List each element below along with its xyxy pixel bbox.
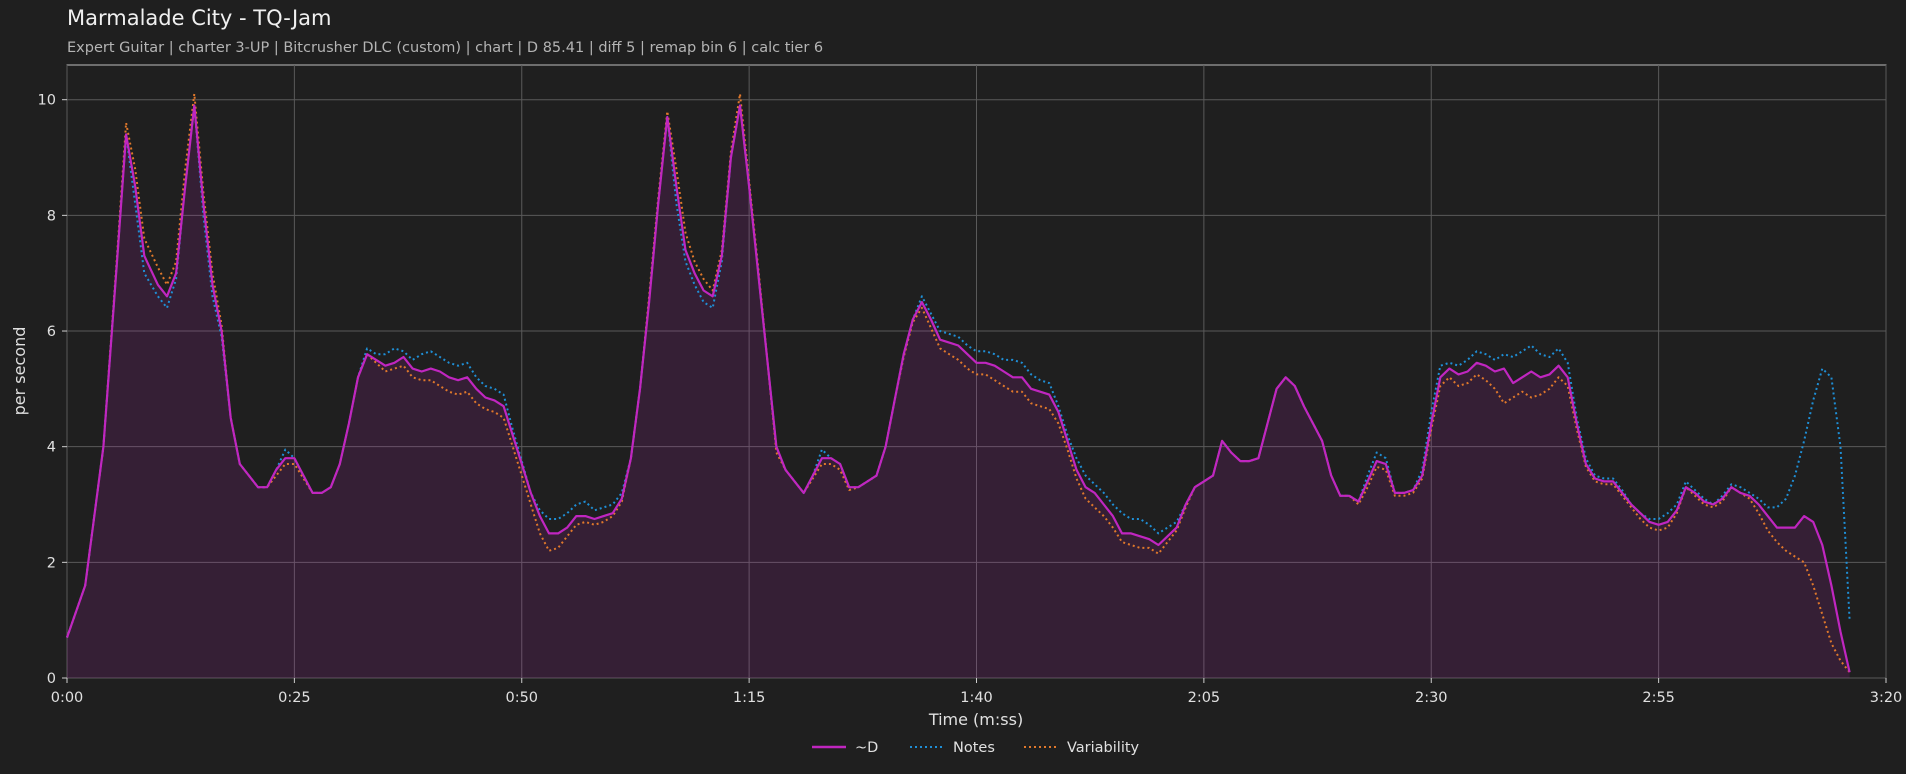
x-tick-label: 1:15 xyxy=(733,690,766,706)
y-tick-label: 0 xyxy=(47,671,56,687)
x-tick-label: 0:00 xyxy=(51,690,84,706)
y-tick-label: 8 xyxy=(47,208,56,224)
y-axis-label: per second xyxy=(10,327,29,416)
y-tick-label: 2 xyxy=(47,555,56,571)
x-tick-label: 0:50 xyxy=(505,690,538,706)
x-tick-label: 1:40 xyxy=(960,690,993,706)
x-axis-label: Time (m:ss) xyxy=(928,710,1023,729)
x-tick-label: 0:25 xyxy=(278,690,311,706)
legend-label: Notes xyxy=(953,740,995,756)
chart-svg: 0:00 0:25 0:50 1:15 1:40 2:05 2:30 2:55 3:20 0 2 4 6… xyxy=(10,64,1903,756)
x-tick-label: 3:20 xyxy=(1870,690,1903,706)
legend-label: Variability xyxy=(1067,740,1140,756)
y-tick-label: 6 xyxy=(47,324,56,340)
x-tick-label: 2:05 xyxy=(1188,690,1221,706)
legend-label: ~D xyxy=(855,740,878,756)
legend: ~D Notes Variability xyxy=(812,740,1140,756)
y-tick-label: 10 xyxy=(38,93,56,109)
series-area-~D xyxy=(67,105,1850,678)
x-tick-label: 2:55 xyxy=(1642,690,1675,706)
y-tick-label: 4 xyxy=(47,440,56,456)
x-tick-label: 2:30 xyxy=(1415,690,1448,706)
